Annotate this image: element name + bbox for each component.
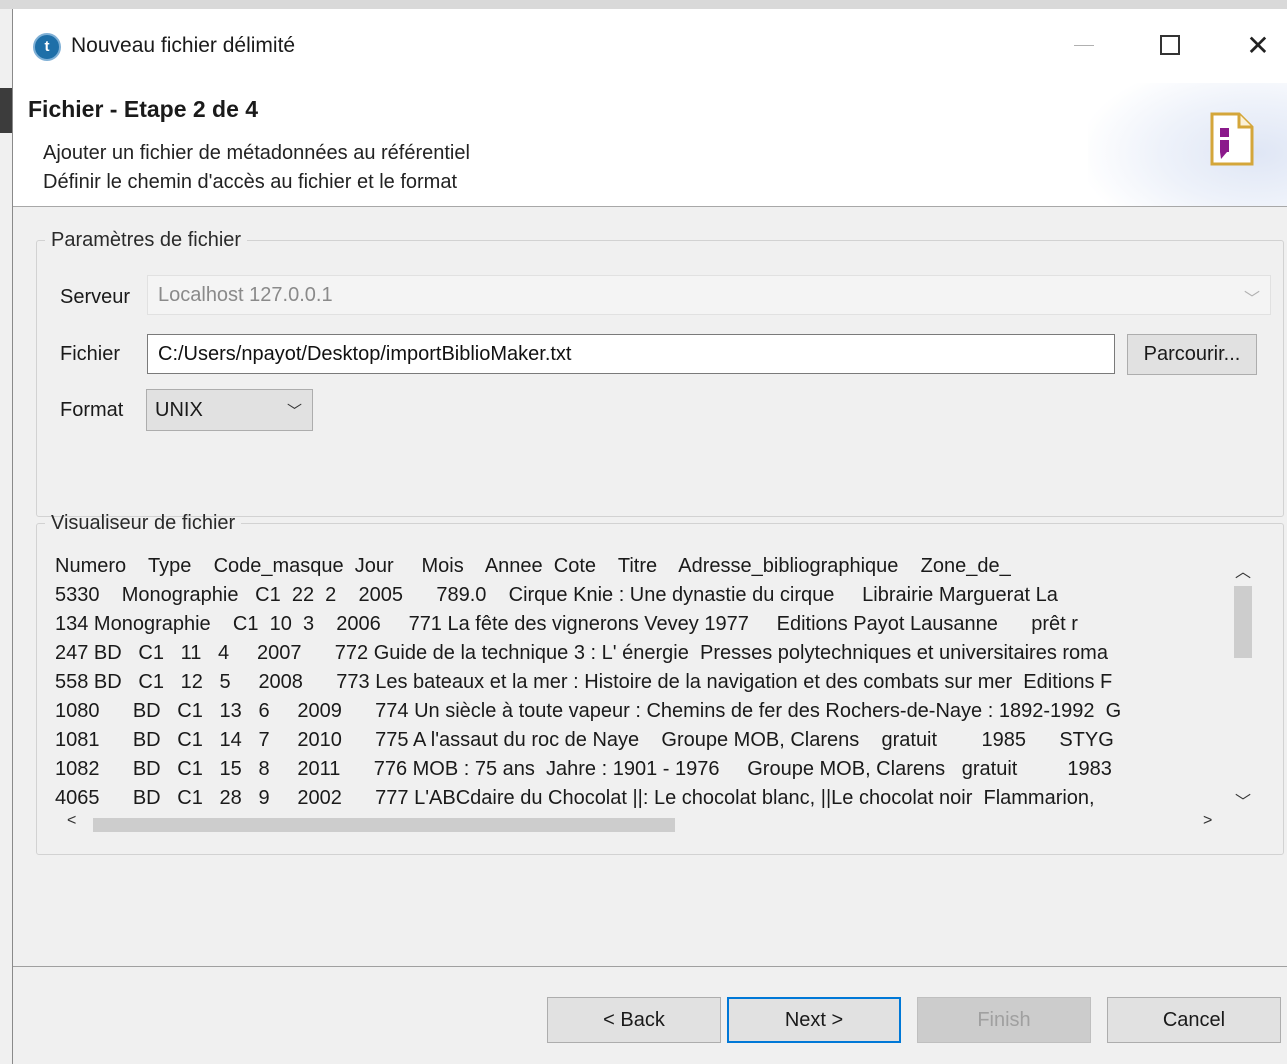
window-title: Nouveau fichier délimité: [71, 34, 296, 57]
format-label: Format: [60, 399, 124, 421]
minimize-button[interactable]: [1059, 25, 1109, 65]
file-path-input[interactable]: [147, 334, 1115, 374]
wizard-file-icon: [1210, 112, 1254, 166]
viewer-line: 4065 BD C1 28 9 2002 777 L'ABCdaire du C…: [55, 787, 1095, 809]
file-label: Fichier: [60, 343, 121, 365]
back-button[interactable]: < Back: [547, 997, 721, 1043]
server-value: Localhost 127.0.0.1: [158, 284, 333, 306]
dialog-window: t Nouveau fichier délimité ✕ Fichier - E…: [12, 9, 1287, 1064]
maximize-icon: [1160, 35, 1180, 55]
horizontal-scroll-thumb[interactable]: [93, 818, 675, 832]
server-combo: Localhost 127.0.0.1 ﹀: [147, 275, 1271, 315]
talend-icon: t: [33, 33, 61, 61]
horizontal-scrollbar[interactable]: < >: [63, 812, 1213, 834]
viewer-line: 1080 BD C1 13 6 2009 774 Un siècle à tou…: [55, 700, 1122, 722]
close-icon: ✕: [1246, 29, 1270, 61]
step-title: Fichier - Etape 2 de 4: [28, 96, 259, 122]
scroll-up-icon[interactable]: ︿: [1235, 558, 1251, 582]
vertical-scrollbar[interactable]: ︿ ﹀: [1230, 544, 1256, 814]
background-window-shadow: [0, 88, 12, 133]
maximize-button[interactable]: [1145, 25, 1195, 65]
browse-button[interactable]: Parcourir...: [1127, 334, 1257, 375]
viewer-line: 247 BD C1 11 4 2007 772 Guide de la tech…: [55, 642, 1108, 664]
file-viewer-legend: Visualiseur de fichier: [51, 512, 236, 534]
next-button[interactable]: Next >: [727, 997, 901, 1043]
file-viewer-content: Numero Type Code_masque Jour Mois Annee …: [55, 552, 1223, 814]
viewer-line: 1082 BD C1 15 8 2011 776 MOB : 75 ans Ja…: [55, 758, 1112, 780]
file-parameters-legend: Paramètres de fichier: [51, 229, 242, 251]
header-gradient: [1088, 83, 1287, 206]
close-button[interactable]: ✕: [1233, 25, 1283, 65]
background-window-edge: [0, 9, 12, 1064]
vertical-scroll-thumb[interactable]: [1234, 586, 1252, 658]
file-viewer-area[interactable]: Numero Type Code_masque Jour Mois Annee …: [38, 544, 1270, 840]
viewer-line: 558 BD C1 12 5 2008 773 Les bateaux et l…: [55, 671, 1113, 693]
chevron-down-icon: ﹀: [286, 403, 302, 420]
footer-separator: [13, 966, 1287, 967]
format-select[interactable]: UNIX ﹀: [146, 389, 313, 431]
wizard-header: Fichier - Etape 2 de 4 Ajouter un fichie…: [13, 83, 1287, 207]
viewer-line: 134 Monographie C1 10 3 2006 771 La fête…: [55, 613, 1078, 635]
minimize-icon: [1074, 44, 1094, 46]
viewer-header-line: Numero Type Code_masque Jour Mois Annee …: [55, 555, 1011, 577]
description-line-2: Définir le chemin d'accès au fichier et …: [43, 171, 457, 193]
finish-button: Finish: [917, 997, 1091, 1043]
viewer-line: 5330 Monographie C1 22 2 2005 789.0 Cirq…: [55, 584, 1058, 606]
description-line-1: Ajouter un fichier de métadonnées au réf…: [43, 142, 470, 164]
format-value: UNIX: [155, 399, 203, 421]
screen-top-edge: [0, 0, 1287, 9]
title-bar[interactable]: t Nouveau fichier délimité ✕: [13, 9, 1287, 83]
scroll-right-icon[interactable]: >: [1203, 812, 1212, 830]
server-label: Serveur: [60, 286, 131, 308]
scroll-down-icon[interactable]: ﹀: [1235, 788, 1251, 812]
cancel-button[interactable]: Cancel: [1107, 997, 1281, 1043]
scroll-left-icon[interactable]: <: [67, 812, 76, 830]
chevron-down-icon: ﹀: [1243, 291, 1260, 308]
viewer-line: 1081 BD C1 14 7 2010 775 A l'assaut du r…: [55, 729, 1114, 751]
